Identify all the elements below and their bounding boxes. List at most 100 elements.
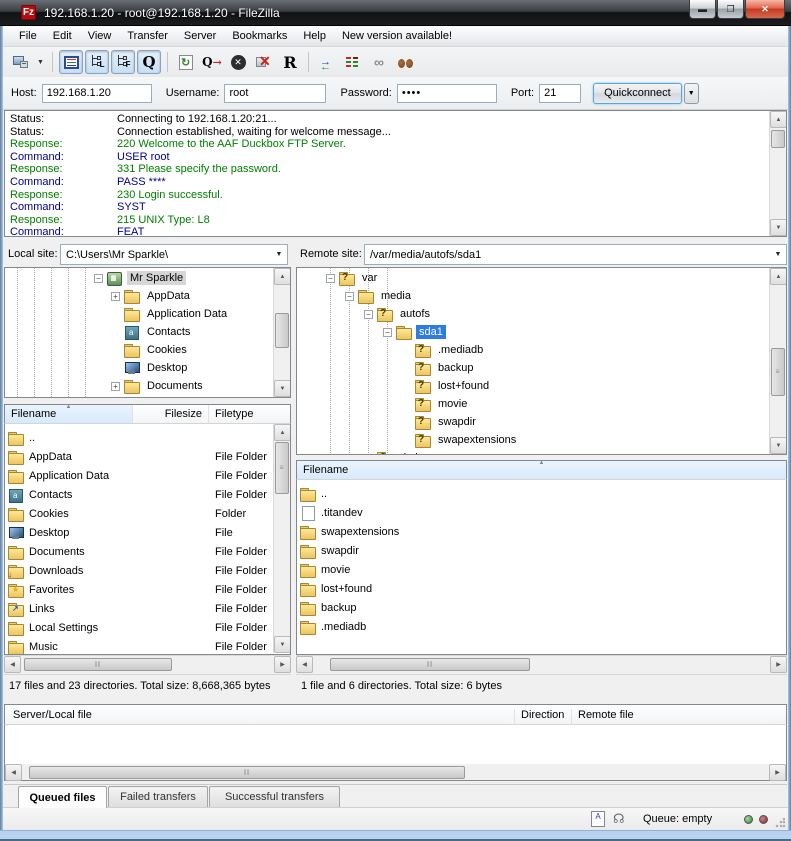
file-row-backup[interactable]: backup [297,598,786,617]
scroll-left-arrow[interactable]: ◀ [296,656,313,673]
column-header-filesize[interactable]: Filesize [133,405,209,423]
tree-item-movie[interactable]: ?movie [297,395,768,413]
tree-item-backup[interactable]: ?backup [297,359,768,377]
scroll-down-arrow[interactable]: ▼ [770,437,787,454]
scroll-left-arrow[interactable]: ◀ [5,764,22,781]
tree-item-appdata[interactable]: + AppData [5,287,272,305]
tree-item-autofs[interactable]: −?autofs [297,305,768,323]
collapse-icon[interactable]: − [364,310,373,319]
local-site-combo[interactable]: C:\Users\Mr Sparkle\ ▼ [60,244,288,265]
file-row-swapextensions[interactable]: swapextensions [297,522,786,541]
remote-list-hscrollbar[interactable]: ◀ ⫾⫾ ▶ [296,655,787,672]
tree-item-downloads[interactable]: +↓Downloads [5,395,272,398]
scroll-down-arrow[interactable]: ▼ [274,380,291,397]
tree-item-label[interactable]: backup [435,361,476,375]
scroll-up-arrow[interactable]: ▲ [770,268,787,285]
tree-item-label[interactable]: Application Data [144,307,230,321]
tree-item-documents[interactable]: +Documents [5,377,272,395]
file-row-lost-found[interactable]: lost+found [297,579,786,598]
remote-hscroll-thumb[interactable]: ⫾⫾ [330,658,530,671]
transfer-queue-list[interactable] [4,725,787,764]
maximize-button[interactable]: ❐ [717,0,744,19]
column-header-filetype[interactable]: Filetype [209,405,290,423]
tree-item-label[interactable]: sda1 [416,325,446,339]
file-row-item[interactable]: .. [5,428,290,447]
local-hscroll-thumb[interactable]: ⫾⫾ [24,658,172,671]
tree-item-label[interactable]: Contacts [144,325,193,339]
find-files-button[interactable] [393,50,417,74]
collapse-icon[interactable]: − [326,274,335,283]
tree-item-label[interactable]: swapdir [435,415,479,429]
cancel-button[interactable]: ✕ [226,50,250,74]
tab-successful-transfers[interactable]: Successful transfers [209,786,340,807]
expand-icon[interactable]: + [111,292,120,301]
remote-directory-tree[interactable]: ▲ ≡ ▼ −?var−media−?autofs−sda1?.mediadb?… [296,267,787,455]
file-row-local-settings[interactable]: Local SettingsFile Folder [5,618,290,637]
remote-tree-scroll-thumb[interactable]: ≡ [771,348,785,396]
file-row-mediadb[interactable]: .mediadb [297,617,786,636]
toggle-log-view-button[interactable] [59,50,83,74]
collapse-icon[interactable]: − [345,292,354,301]
password-input[interactable] [397,84,497,103]
remote-file-list[interactable]: ...titandevswapextensionsswapdirmovielos… [296,480,787,655]
quickconnect-button[interactable]: Quickconnect [593,83,682,104]
menu-file[interactable]: File [11,28,45,44]
tree-item-label[interactable]: lost+found [435,379,492,393]
menu-view[interactable]: View [80,28,120,44]
site-manager-button[interactable] [9,50,33,74]
tree-item-lost-found[interactable]: ?lost+found [297,377,768,395]
local-tree-scroll-thumb[interactable] [275,313,289,348]
column-header-server-local-file[interactable]: Server/Local file [13,709,92,721]
tree-item-sda1[interactable]: −sda1 [297,323,768,341]
tree-item-application-data[interactable]: Application Data [5,305,272,323]
speed-limit-icon[interactable]: ☊ [613,811,625,827]
username-input[interactable] [224,84,326,103]
tree-item-label[interactable]: dvd [397,451,421,455]
local-file-list[interactable]: ▲ ≡ ▼ ..AppDataFile FolderApplication Da… [4,424,291,655]
port-input[interactable] [539,84,581,103]
tree-item-var[interactable]: −?var [297,269,768,287]
resize-grip[interactable] [775,818,785,828]
tree-item-swapdir[interactable]: ?swapdir [297,413,768,431]
collapse-icon[interactable]: − [94,274,103,283]
expand-icon[interactable]: + [111,382,120,391]
compare-directories-button[interactable]: → ← [315,50,339,74]
file-row-desktop[interactable]: DesktopFile [5,523,290,542]
column-header-filename[interactable]: ▲ Filename [297,461,786,479]
tree-item-label[interactable]: Mr Sparkle [127,271,186,285]
tree-item-label[interactable]: AppData [144,289,193,303]
file-row-titandev[interactable]: .titandev [297,503,786,522]
scroll-right-arrow[interactable]: ▶ [274,656,291,673]
menu-bookmarks[interactable]: Bookmarks [224,28,295,44]
file-row-music[interactable]: MusicFile Folder [5,637,290,655]
local-list-hscrollbar[interactable]: ◀ ⫾⫾ ▶ [4,655,291,672]
tree-item-label[interactable]: Desktop [144,361,190,375]
log-scrollbar[interactable]: ▲ ▼ [769,111,786,236]
file-row-downloads[interactable]: ↓DownloadsFile Folder [5,561,290,580]
column-header-filename[interactable]: ▲ Filename [5,405,133,423]
tree-item-label[interactable]: .mediadb [435,343,486,357]
file-row-links[interactable]: ↗LinksFile Folder [5,599,290,618]
process-queue-button[interactable]: Q→ [200,50,224,74]
tree-item-label[interactable]: autofs [397,307,433,321]
column-header-direction[interactable]: Direction [521,709,564,721]
file-row-application-data[interactable]: Application DataFile Folder [5,466,290,485]
host-input[interactable] [42,84,152,103]
file-row-contacts[interactable]: ContactsFile Folder [5,485,290,504]
toggle-local-tree-button[interactable]: L [85,50,109,74]
tree-item-label[interactable]: var [359,271,380,285]
transfer-type-icon[interactable]: A [591,811,605,827]
refresh-button[interactable]: ↻ [174,50,198,74]
tree-item-swapextensions[interactable]: ?swapextensions [297,431,768,449]
file-row-swapdir[interactable]: swapdir [297,541,786,560]
log-scroll-thumb[interactable] [771,130,785,148]
tree-item-cookies[interactable]: Cookies [5,341,272,359]
remote-site-combo[interactable]: /var/media/autofs/sda1 ▼ [364,244,787,265]
toggle-queue-button[interactable]: Q [137,50,161,74]
scroll-right-arrow[interactable]: ▶ [769,764,786,781]
file-row-movie[interactable]: movie [297,560,786,579]
disconnect-button[interactable]: ✕ [252,50,276,74]
queue-hscrollbar[interactable]: ◀ ⫾⫾ ▶ [4,764,787,781]
tree-item-desktop[interactable]: Desktop [5,359,272,377]
local-tree-scrollbar[interactable]: ▲ ▼ [273,268,290,397]
